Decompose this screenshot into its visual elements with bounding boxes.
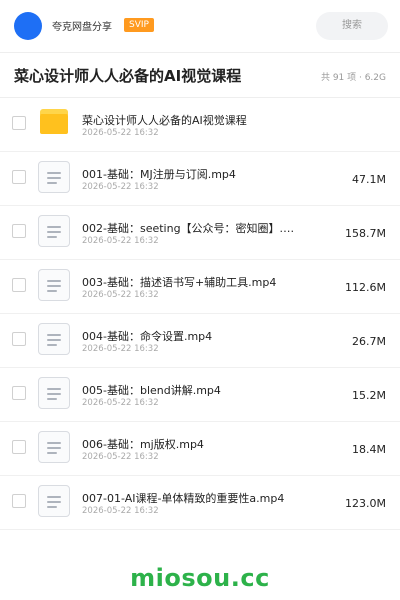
file-icon — [38, 269, 70, 301]
select-checkbox[interactable] — [12, 494, 26, 508]
title-bar: 菜心设计师人人必备的AI视觉课程 共 91 项 · 6.2G — [0, 53, 400, 97]
item-date: 2026-05-22 16:32 — [82, 506, 159, 516]
item-size: 123.0M — [345, 497, 386, 510]
item-name: 006-基础：mj版权.mp4 — [82, 438, 204, 451]
item-size: 15.2M — [352, 389, 386, 402]
item-size: 112.6M — [345, 281, 386, 294]
watermark-text: miosou.cc — [130, 564, 270, 592]
list-item[interactable]: 001-基础：MJ注册与订阅.mp4 2026-05-22 16:32 47.1… — [0, 152, 400, 206]
list-item[interactable]: 003-基础：描述语书写+辅助工具.mp4 2026-05-22 16:32 1… — [0, 260, 400, 314]
list-item[interactable]: 006-基础：mj版权.mp4 2026-05-22 16:32 18.4M — [0, 422, 400, 476]
item-name: 004-基础：命令设置.mp4 — [82, 330, 213, 343]
svip-badge: SVIP — [124, 18, 154, 32]
list-item-folder[interactable]: 菜心设计师人人必备的AI视觉课程 2026-05-22 16:32 — [0, 98, 400, 152]
item-size: 26.7M — [352, 335, 386, 348]
brand-name: 夸克网盘分享 — [52, 22, 112, 33]
item-name: 001-基础：MJ注册与订阅.mp4 — [82, 168, 236, 181]
file-icon — [38, 377, 70, 409]
list-item[interactable]: 002-基础：seeting【公众号：密知圈】.m… 2026-05-22 16… — [0, 206, 400, 260]
select-checkbox[interactable] — [12, 116, 26, 130]
select-checkbox[interactable] — [12, 278, 26, 292]
item-size: 47.1M — [352, 173, 386, 186]
file-icon — [38, 485, 70, 517]
file-icon — [38, 323, 70, 355]
item-date: 2026-05-22 16:32 — [82, 290, 159, 300]
item-name: 菜心设计师人人必备的AI视觉课程 — [82, 114, 247, 127]
item-name: 005-基础：blend讲解.mp4 — [82, 384, 221, 397]
folder-icon — [38, 107, 70, 139]
item-name: 002-基础：seeting【公众号：密知圈】.m… — [82, 222, 302, 235]
page-title: 菜心设计师人人必备的AI视觉课程 — [14, 67, 242, 85]
search-button[interactable]: 搜索 — [316, 12, 388, 40]
item-date: 2026-05-22 16:32 — [82, 236, 159, 246]
file-icon — [38, 161, 70, 193]
item-size: 18.4M — [352, 443, 386, 456]
select-checkbox[interactable] — [12, 386, 26, 400]
file-icon — [38, 215, 70, 247]
item-date: 2026-05-22 16:32 — [82, 344, 159, 354]
item-name: 003-基础：描述语书写+辅助工具.mp4 — [82, 276, 277, 289]
item-date: 2026-05-22 16:32 — [82, 128, 159, 138]
list-item[interactable]: 004-基础：命令设置.mp4 2026-05-22 16:32 26.7M — [0, 314, 400, 368]
top-bar: 夸克网盘分享 SVIP 搜索 — [0, 0, 400, 52]
item-name: 007-01-AI课程-单体精致的重要性a.mp4 — [82, 492, 285, 505]
file-list: 菜心设计师人人必备的AI视觉课程 2026-05-22 16:32 001-基础… — [0, 98, 400, 530]
select-checkbox[interactable] — [12, 440, 26, 454]
item-size: 158.7M — [345, 227, 386, 240]
item-date: 2026-05-22 16:32 — [82, 452, 159, 462]
select-checkbox[interactable] — [12, 170, 26, 184]
item-date: 2026-05-22 16:32 — [82, 182, 159, 192]
select-checkbox[interactable] — [12, 224, 26, 238]
file-icon — [38, 431, 70, 463]
folder-summary: 共 91 项 · 6.2G — [320, 73, 386, 83]
avatar[interactable] — [14, 12, 42, 40]
select-checkbox[interactable] — [12, 332, 26, 346]
list-item[interactable]: 007-01-AI课程-单体精致的重要性a.mp4 2026-05-22 16:… — [0, 476, 400, 530]
item-date: 2026-05-22 16:32 — [82, 398, 159, 408]
list-item[interactable]: 005-基础：blend讲解.mp4 2026-05-22 16:32 15.2… — [0, 368, 400, 422]
